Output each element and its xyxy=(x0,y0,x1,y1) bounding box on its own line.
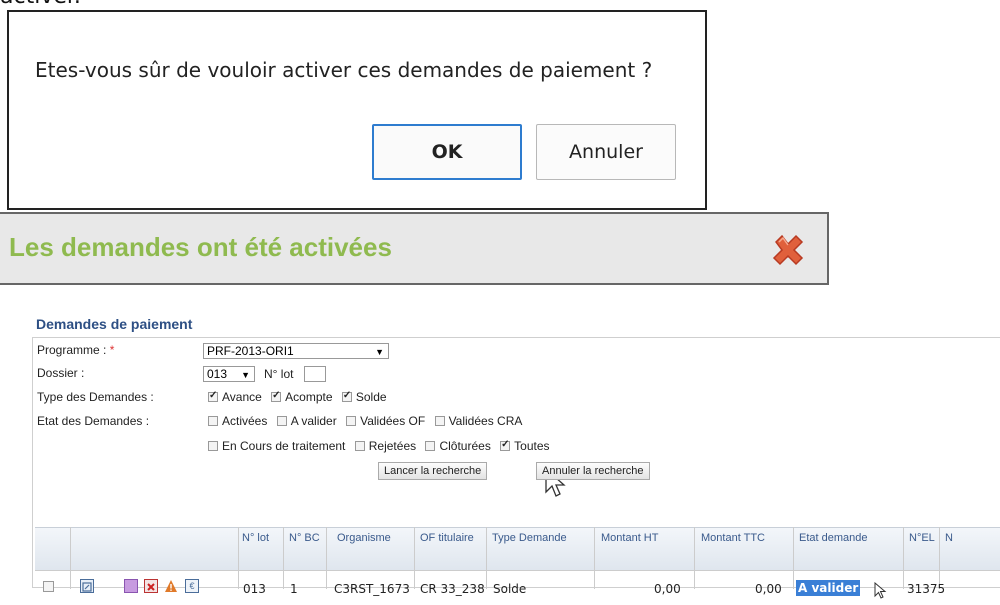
programme-label: Programme : * xyxy=(37,343,115,357)
checkbox[interactable] xyxy=(208,441,218,451)
row-checkbox[interactable] xyxy=(43,581,54,592)
lot-label: N° lot xyxy=(264,367,294,381)
type-option-solde[interactable]: Solde xyxy=(341,390,387,404)
column-header[interactable]: N° lot xyxy=(242,532,269,544)
confirm-dialog: Etes-vous sûr de vouloir activer ces dem… xyxy=(7,10,707,210)
lot-input[interactable] xyxy=(304,366,326,382)
column-header[interactable]: Etat demande xyxy=(799,532,868,544)
column-divider xyxy=(939,527,940,589)
euro-icon[interactable]: € xyxy=(185,579,199,593)
type-label: Type des Demandes : xyxy=(37,390,154,404)
column-header[interactable]: Organisme xyxy=(337,532,391,544)
column-header[interactable]: OF titulaire xyxy=(420,532,474,544)
cancel-search-button[interactable]: Annuler la recherche xyxy=(536,462,650,480)
search-form: Programme : * PRF-2013-ORI1 ▼ Dossier : 0… xyxy=(32,337,1000,599)
etat-options-row1: Activées A valider Validées OF Validées … xyxy=(208,414,528,428)
cell-montant-ht: 0,00 xyxy=(654,582,681,596)
checkbox[interactable] xyxy=(500,439,511,451)
checkbox[interactable] xyxy=(346,416,357,426)
delete-icon[interactable] xyxy=(144,579,158,593)
edit-icon[interactable] xyxy=(124,579,138,593)
dialog-message: Etes-vous sûr de vouloir activer ces dem… xyxy=(35,58,653,82)
checkbox[interactable] xyxy=(271,390,282,402)
column-divider xyxy=(793,527,794,589)
form-title: Demandes de paiement xyxy=(36,316,193,332)
column-divider xyxy=(486,527,487,589)
etat-option-validees-cra[interactable]: Validées CRA xyxy=(434,414,522,428)
column-divider xyxy=(594,527,595,589)
etat-option-a-valider[interactable]: A valider xyxy=(276,414,337,428)
notification-message: Les demandes ont été activées xyxy=(9,232,392,262)
column-header[interactable]: N xyxy=(945,532,953,544)
dossier-label: Dossier : xyxy=(37,366,85,380)
column-divider xyxy=(694,527,695,589)
programme-select[interactable]: PRF-2013-ORI1 ▼ xyxy=(203,343,389,359)
type-options: Avance Acompte Solde xyxy=(208,390,393,404)
type-option-avance[interactable]: Avance xyxy=(208,390,262,404)
search-button[interactable]: Lancer la recherche xyxy=(378,462,488,480)
table-header: N° lot N° BC Organisme OF titulaire Type… xyxy=(35,527,1000,571)
column-header[interactable]: Montant TTC xyxy=(701,532,765,544)
mouse-cursor-icon xyxy=(874,581,888,605)
checkbox[interactable] xyxy=(354,441,365,451)
warning-icon[interactable] xyxy=(164,579,178,593)
column-divider xyxy=(238,527,239,589)
clipped-heading-text: activer. xyxy=(0,0,81,9)
payment-requests-panel: Demandes de paiement Programme : * PRF-2… xyxy=(0,285,1000,599)
column-header[interactable]: N°EL xyxy=(909,532,935,544)
etat-option-toutes[interactable]: Toutes xyxy=(500,439,550,453)
column-divider xyxy=(903,527,904,589)
cell-lot: 013 xyxy=(243,582,266,596)
dossier-select[interactable]: 013 ▼ xyxy=(203,366,255,382)
etat-option-rejetees[interactable]: Rejetées xyxy=(354,439,416,453)
column-header[interactable]: N° BC xyxy=(289,532,320,544)
cell-bc: 1 xyxy=(290,582,298,596)
column-divider xyxy=(414,527,415,589)
checkbox[interactable] xyxy=(434,416,445,426)
checkbox[interactable] xyxy=(425,441,436,451)
etat-option-activees[interactable]: Activées xyxy=(208,414,267,428)
etat-option-validees-of[interactable]: Validées OF xyxy=(346,414,425,428)
etat-option-cloturees[interactable]: Clôturées xyxy=(425,439,491,453)
column-header[interactable]: Type Demande xyxy=(492,532,567,544)
checkbox[interactable] xyxy=(341,390,352,402)
etat-label: Etat des Demandes : xyxy=(37,414,150,428)
ok-button[interactable]: OK xyxy=(372,124,522,180)
close-icon[interactable] xyxy=(770,232,806,268)
cell-el: 31375 xyxy=(907,582,946,596)
column-header[interactable]: Montant HT xyxy=(601,532,658,544)
column-divider xyxy=(326,527,327,589)
cell-of-titulaire: CR 33_238 xyxy=(420,582,485,596)
cell-type: Solde xyxy=(493,582,527,596)
detail-icon[interactable] xyxy=(80,579,94,593)
type-option-acompte[interactable]: Acompte xyxy=(271,390,333,404)
etat-options-row2: En Cours de traitement Rejetées Clôturée… xyxy=(208,439,556,453)
cell-organisme: C3RST_1673 xyxy=(334,582,410,596)
checkbox[interactable] xyxy=(208,390,218,402)
row-divider xyxy=(35,570,1000,571)
column-divider xyxy=(283,527,284,589)
chevron-down-icon: ▼ xyxy=(375,347,384,357)
cell-etat-status-badge[interactable]: A valider xyxy=(796,580,861,596)
chevron-down-icon: ▼ xyxy=(241,370,250,380)
cancel-button[interactable]: Annuler xyxy=(536,124,676,180)
etat-option-en-cours[interactable]: En Cours de traitement xyxy=(208,439,345,453)
cell-montant-ttc: 0,00 xyxy=(755,582,782,596)
success-notification: Les demandes ont été activées xyxy=(0,212,829,497)
column-divider xyxy=(70,527,71,589)
checkbox[interactable] xyxy=(208,416,218,426)
checkbox[interactable] xyxy=(276,416,287,426)
